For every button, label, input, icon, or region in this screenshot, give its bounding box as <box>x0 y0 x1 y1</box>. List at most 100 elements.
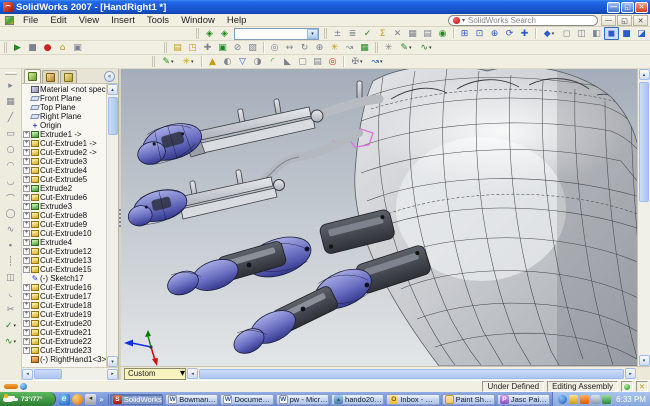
expand-toggle[interactable]: + <box>23 149 30 156</box>
tree-item-plane[interactable]: + Top Plane <box>22 103 106 112</box>
scroll-right-icon[interactable]: ▸ <box>625 368 636 379</box>
tray-icon-volume[interactable] <box>602 395 611 404</box>
mdi-minimize-button[interactable]: — <box>601 15 616 26</box>
expand-toggle[interactable]: + <box>23 329 30 336</box>
taskbar-button-inbox-outlook[interactable]: Inbox - Out... <box>386 394 439 405</box>
tray-icon-display[interactable] <box>591 395 600 404</box>
scroll-down-icon[interactable]: ▾ <box>107 356 118 367</box>
tree-item-cut[interactable]: + Cut-Extrude20 <box>22 319 106 328</box>
toolbar-icon-revolved-cut[interactable]: ◑▾ <box>250 55 265 68</box>
scroll-up-icon[interactable]: ▴ <box>639 69 650 80</box>
toolbar-icon-macro-edit[interactable]: ⌂▾ <box>55 41 70 54</box>
search-dropdown-icon[interactable]: ▾ <box>462 17 465 24</box>
taskbar-button-hando2003[interactable]: hando2003... <box>331 394 384 405</box>
taskbar-button-jasc-paint-shop[interactable]: Jasc Paint S... <box>497 394 550 405</box>
toolbar-icon-edit-component[interactable]: ▣▾ <box>215 41 230 54</box>
minimize-button[interactable]: — <box>607 2 620 13</box>
tree-item-origin[interactable]: + Origin <box>22 121 106 130</box>
tree-item-cut[interactable]: + Cut-Extrude2 -> <box>22 148 106 157</box>
toolbar-icon-smart-dimension[interactable]: ✳▾ <box>178 55 198 68</box>
expand-toggle[interactable]: + <box>23 302 30 309</box>
toolbar-icon-sketch[interactable]: ✎▾ <box>396 41 416 54</box>
configuration-dropdown-icon[interactable]: ▾ <box>180 368 185 379</box>
tree-item-part[interactable]: + (-) RightHand1<3> <box>22 355 106 364</box>
toolbar-icon-tangent-arc[interactable]: ◡▾ <box>3 174 18 190</box>
toolbar-icon-search-results-next[interactable]: ◈▾ <box>217 27 232 40</box>
tree-item-plane[interactable]: + Right Plane <box>22 112 106 121</box>
toolbar-icon-trim-entities[interactable]: ✂▾ <box>3 302 18 318</box>
toolbar-icon-smart-dimension-flyout[interactable]: ✳▾ <box>381 41 396 54</box>
tree-item-cut[interactable]: + Cut-Extrude3 <box>22 157 106 166</box>
toolbar-icon-mass-properties[interactable]: ≣▾ <box>345 27 360 40</box>
scroll-thumb[interactable] <box>108 97 118 135</box>
expand-toggle[interactable]: + <box>23 140 30 147</box>
quick-tips-toggle-icon[interactable]: ✕ <box>636 381 648 392</box>
expand-toggle[interactable]: + <box>23 203 30 210</box>
toolbar-icon-hidden-lines-visible[interactable]: ◫▾ <box>574 27 589 40</box>
toolbar-icon-screen-capture[interactable]: ▣▾ <box>70 41 85 54</box>
toolbar-icon-insert-component[interactable]: ▤▾ <box>170 41 185 54</box>
toolbar-icon-sketch-fillet[interactable]: ◟▾ <box>3 286 18 302</box>
scroll-up-icon[interactable]: ▴ <box>107 84 118 95</box>
toolbar-icon-no-external-references[interactable]: ⊘▾ <box>230 41 245 54</box>
toolbar-icon-sketch-ok[interactable]: ✓▾ <box>1 318 21 334</box>
toolbar-icon-interference-detection[interactable]: ▧▾ <box>245 41 260 54</box>
toolbar-icon-macro-run[interactable]: ▶▾ <box>10 41 25 54</box>
toolbar-icon-spline-tools[interactable]: ∿▾ <box>1 334 21 350</box>
viewport-horizontal-scrollbar[interactable]: ◂ ▸ <box>187 367 636 380</box>
toolbar-icon-grid[interactable]: ▦▾ <box>3 94 18 110</box>
toolbar-grip[interactable] <box>5 72 17 75</box>
start-weather-widget[interactable]: 73°/77° <box>0 392 56 406</box>
toolbar-icon-search-results-prev[interactable]: ◈▾ <box>202 27 217 40</box>
tree-item-cut[interactable]: + Cut-Extrude23 <box>22 346 106 355</box>
expand-toggle[interactable]: + <box>23 338 30 345</box>
expand-toggle[interactable]: + <box>23 311 30 318</box>
toolbar-icon-smart-fasteners[interactable]: ⊕▾ <box>312 41 327 54</box>
taskbar-button-paint-shop-folder[interactable]: Paint Shop ... <box>442 394 495 405</box>
quick-launch-overflow-icon[interactable]: » <box>97 395 106 404</box>
tree-item-cut[interactable]: + Cut-Extrude21 <box>22 328 106 337</box>
toolbar-icon-move-component[interactable]: ↔▾ <box>282 41 297 54</box>
toolbar-icon-exploded-view[interactable]: ✳▾ <box>327 41 342 54</box>
expand-toggle[interactable]: + <box>23 248 30 255</box>
toolbar-icon-document-map[interactable]: ▤▾ <box>420 27 435 40</box>
toolbar-icon-zoom-in-out[interactable]: ⊕▾ <box>487 27 502 40</box>
scroll-thumb[interactable] <box>199 369 624 379</box>
toolbar-icon-mate[interactable]: ◎▾ <box>267 41 282 54</box>
expand-toggle[interactable]: + <box>23 194 30 201</box>
toolbar-icon-wireframe[interactable]: ◻▾ <box>559 27 574 40</box>
toolbar-icon-zoom-to-fit[interactable]: ⊞▾ <box>457 27 472 40</box>
toolbar-icon-reference-geometry[interactable]: ✠▾ <box>347 55 367 68</box>
menu-item-file[interactable]: File <box>17 15 44 26</box>
toolbar-icon-play-macro[interactable]: ◉▾ <box>435 27 450 40</box>
toolbar-icon-shaded-with-edges[interactable]: ◼▾ <box>604 27 619 40</box>
tree-item-cut[interactable]: + Cut-Extrude16 <box>22 283 106 292</box>
toolbar-icon-three-point-arc[interactable]: ⌒▾ <box>3 190 18 206</box>
quick-launch-media-player[interactable] <box>72 394 83 405</box>
toolbar-icon-hole-wizard[interactable]: ◎▾ <box>325 55 340 68</box>
tree-item-cut[interactable]: + Cut-Extrude10 <box>22 229 106 238</box>
expand-toggle[interactable]: + <box>23 167 30 174</box>
toolbar-icon-check-entity[interactable]: ✓▾ <box>360 27 375 40</box>
tab-propertymanager[interactable] <box>42 70 59 83</box>
scroll-thumb[interactable] <box>639 82 649 202</box>
expand-toggle[interactable]: + <box>23 212 30 219</box>
quick-launch-ie[interactable] <box>59 394 70 405</box>
tree-item-cut[interactable]: + Cut-Extrude19 <box>22 310 106 319</box>
expand-toggle[interactable]: + <box>23 158 30 165</box>
tray-icon-search-agent[interactable] <box>569 395 578 404</box>
tree-item-cut[interactable]: + Cut-Extrude12 <box>22 247 106 256</box>
viewport-vertical-scrollbar[interactable]: ▴ ▾ <box>637 69 650 366</box>
solidworks-flyout-icon[interactable] <box>5 16 14 25</box>
toolbar-icon-3d-sketch[interactable]: ∿▾ <box>416 41 436 54</box>
toolbar-icon-circle[interactable]: ○▾ <box>3 142 18 158</box>
panel-collapse-button[interactable]: « <box>104 71 115 82</box>
toolbar-icon-ellipse[interactable]: ◯▾ <box>3 206 18 222</box>
tab-featuremanager[interactable] <box>24 69 41 83</box>
toolbar-icon-extruded-boss[interactable]: ▲▾ <box>205 55 220 68</box>
scroll-down-icon[interactable]: ▾ <box>639 355 650 366</box>
toolbar-icon-chamfer[interactable]: ◣▾ <box>280 55 295 68</box>
toolbar-icon-line[interactable]: ╱▾ <box>3 110 18 126</box>
toolbar-icon-curves[interactable]: ↝▾ <box>367 55 387 68</box>
toolbar-icon-change-suppression[interactable]: ✚▾ <box>200 41 215 54</box>
